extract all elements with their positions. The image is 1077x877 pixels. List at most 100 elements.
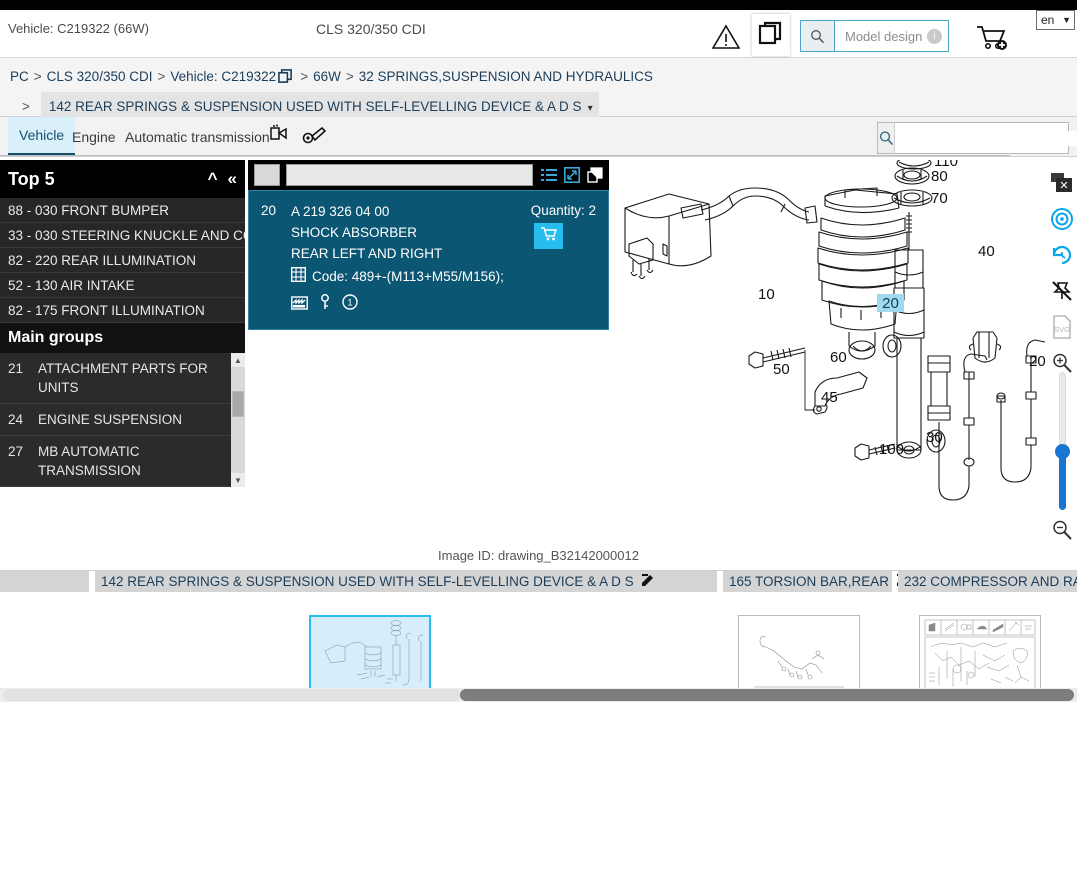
warning-triangle-icon[interactable]: [711, 24, 741, 50]
factory-icon[interactable]: [291, 294, 308, 315]
breadcrumb-copy-icon[interactable]: [278, 67, 293, 92]
copy-button[interactable]: [752, 14, 790, 56]
top-black-strip: [0, 0, 1077, 10]
part-card-num-field[interactable]: [254, 164, 280, 186]
top-bar: Vehicle: C219322 (66W) CLS 320/350 CDI M…: [0, 0, 1077, 58]
thumbnail-label-0[interactable]: USPENSION: [0, 571, 89, 592]
table-grid-icon: [290, 266, 307, 287]
diagram-callout-20-selected[interactable]: 20 20: [877, 294, 904, 312]
thumbnail-label-2[interactable]: 165 TORSION BAR,REAR: [723, 571, 909, 592]
diagram-callout-50[interactable]: 50: [773, 361, 790, 378]
scrollbar-thumb[interactable]: [460, 689, 1074, 701]
breadcrumb-item-3[interactable]: 66W: [313, 69, 341, 84]
breadcrumb-item-1[interactable]: CLS 320/350 CDI: [47, 69, 153, 84]
diagram-callout-70[interactable]: 70: [931, 190, 948, 207]
tab-extra-icons: [268, 124, 327, 151]
thumbnail-image-2[interactable]: [738, 615, 860, 696]
breadcrumb-sep: >: [22, 99, 30, 114]
sidebar-item-top5-3[interactable]: 52 - 130 AIR INTAKE: [0, 273, 245, 298]
left-sidebar: Top 5 ^ « 88 - 030 FRONT BUMPER 33 - 030…: [0, 160, 245, 487]
main-groups-list: 21 ATTACHMENT PARTS FOR UNITS 24 ENGINE …: [0, 353, 245, 487]
copy-icon[interactable]: [587, 167, 603, 183]
language-select[interactable]: en ▼: [1036, 10, 1075, 30]
main-groups-scrollbar[interactable]: ▲ ▼: [231, 353, 245, 487]
top5-title: Top 5: [8, 168, 55, 189]
group-number: 24: [8, 412, 24, 427]
expand-icon[interactable]: [564, 167, 580, 183]
sidebar-item-group-21[interactable]: 21 ATTACHMENT PARTS FOR UNITS: [0, 353, 245, 404]
info-circle-1-icon[interactable]: 1: [342, 294, 358, 315]
breadcrumb-bar: PC > CLS 320/350 CDI > Vehicle: C219322 >66W >…: [0, 58, 1077, 150]
slider-fill: [1059, 452, 1066, 510]
close-box-icon[interactable]: ✕: [1047, 165, 1077, 201]
sidebar-item-top5-0[interactable]: 88 - 030 FRONT BUMPER: [0, 198, 245, 223]
parts-diagram[interactable]: 10 50 60 45 110 80 70 40 20 30 100: [609, 160, 1047, 542]
sidebar-item-top5-4[interactable]: 82 - 175 FRONT ILLUMINATION: [0, 298, 245, 323]
sidebar-item-top5-2[interactable]: 82 - 220 REAR ILLUMINATION: [0, 248, 245, 273]
paint-spray-icon[interactable]: [268, 124, 290, 151]
add-to-cart-button[interactable]: [534, 223, 563, 249]
group-label: MB AUTOMATIC TRANSMISSION: [38, 444, 141, 478]
thumbnail-image-3[interactable]: [919, 615, 1041, 696]
diagram-callout-80[interactable]: 80: [931, 168, 948, 185]
model-design-info-badge[interactable]: i: [927, 28, 942, 44]
diagram-callout-90[interactable]: 100: [879, 441, 904, 458]
scrollbar-track[interactable]: [3, 689, 461, 701]
wheel-tool-icon[interactable]: [302, 124, 327, 151]
thumbnail-label-3[interactable]: 232 COMPRESSOR AND RANGE OF LINES: [898, 571, 1077, 592]
list-icon[interactable]: [541, 167, 557, 183]
diagram-callout-40[interactable]: 40: [978, 243, 995, 260]
search-icon[interactable]: [878, 123, 895, 153]
thumbnail-drawing-1: [324, 620, 424, 686]
diagram-callout-100[interactable]: 30: [926, 429, 943, 446]
key-icon[interactable]: [319, 294, 331, 315]
breadcrumb-current-label: 142 REAR SPRINGS & SUSPENSION USED WITH …: [48, 99, 582, 114]
scrollbar-thumb[interactable]: [232, 391, 244, 417]
sidebar-item-group-24[interactable]: 24 ENGINE SUSPENSION: [0, 404, 245, 436]
breadcrumb-item-4[interactable]: 32 SPRINGS,SUSPENSION AND HYDRAULICS: [359, 69, 653, 84]
diagram-callout-10[interactable]: 10: [758, 286, 775, 303]
cart-icon: [540, 226, 558, 247]
target-focus-icon[interactable]: [1047, 201, 1077, 237]
cart-add-icon[interactable]: [975, 24, 1009, 52]
breadcrumb-sep: >: [300, 69, 309, 84]
part-card-body[interactable]: 20 A 219 326 04 00 SHOCK ABSORBER REAR L…: [248, 190, 609, 330]
group-label: ENGINE SUSPENSION: [38, 412, 183, 427]
scroll-up-arrow-icon[interactable]: ▲: [231, 353, 245, 367]
diagram-callout-20-value: 20: [882, 294, 899, 312]
chevron-down-icon: ▾: [587, 103, 593, 114]
slider-knob[interactable]: [1055, 444, 1070, 459]
double-chevron-left-icon[interactable]: «: [228, 169, 237, 189]
part-card-header: [248, 160, 609, 190]
scroll-down-arrow-icon[interactable]: ▼: [231, 473, 245, 487]
thumbnail-row: USPENSION 142 REAR SPRINGS & SUSPENSION …: [0, 571, 1077, 696]
search-input[interactable]: [895, 130, 1077, 146]
sidebar-item-group-27[interactable]: 27 MB AUTOMATIC TRANSMISSION: [0, 436, 245, 487]
thumbnail-label-1[interactable]: 142 REAR SPRINGS & SUSPENSION USED WITH …: [95, 571, 717, 592]
diagram-callout-45[interactable]: 45: [821, 389, 838, 406]
edit-icon[interactable]: [641, 573, 655, 590]
history-undo-icon[interactable]: [1047, 237, 1077, 273]
chevron-up-icon[interactable]: ^: [208, 169, 218, 189]
tab-automatic-transmission[interactable]: Automatic transmission: [114, 117, 281, 156]
zoom-slider[interactable]: [1052, 372, 1072, 510]
zoom-out-icon[interactable]: [1047, 515, 1077, 545]
thumbnail-drawing-2: [754, 636, 844, 688]
part-card-text-field[interactable]: [286, 164, 533, 186]
thumbnail-col-2: 165 TORSION BAR,REAR: [723, 571, 909, 696]
group-number: 27: [8, 444, 24, 459]
breadcrumb-sep: >: [157, 69, 166, 84]
vehicle-label: Vehicle: C219322 (66W): [8, 21, 149, 36]
thumbnail-image-1[interactable]: [309, 615, 431, 696]
breadcrumb-item-2[interactable]: Vehicle: C219322: [170, 69, 276, 84]
model-design-search[interactable]: Model design i: [800, 20, 949, 52]
diagram-callout-60[interactable]: 60: [830, 349, 847, 366]
tab-search-box[interactable]: ✕: [877, 122, 1077, 154]
part-code: Code: 489+-(M113+M55/M156);: [312, 269, 504, 284]
pin-off-icon[interactable]: [1047, 273, 1077, 309]
breadcrumb-item-0[interactable]: PC: [10, 69, 29, 84]
horizontal-scrollbar[interactable]: [0, 688, 1077, 702]
diagram-callout-30[interactable]: 20: [1029, 353, 1046, 370]
sidebar-item-top5-1[interactable]: 33 - 030 STEERING KNUCKLE AND CO...: [0, 223, 245, 248]
group-label: ATTACHMENT PARTS FOR UNITS: [38, 361, 208, 395]
